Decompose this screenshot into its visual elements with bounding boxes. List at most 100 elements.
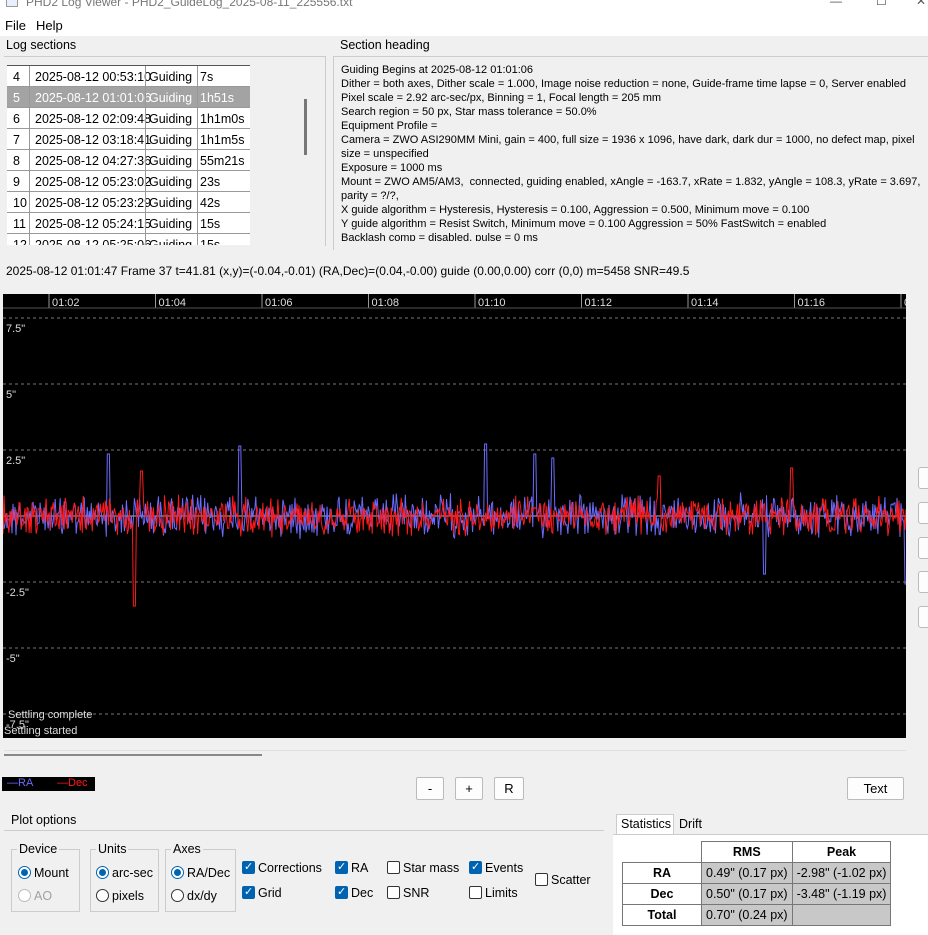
log-section-time: 2025-08-12 04:27:36 (35, 154, 152, 168)
limits-label: Limits (485, 886, 518, 900)
column-divider (145, 66, 146, 245)
log-section-dur: 1h1m5s (200, 133, 245, 147)
log-section-row[interactable]: 9 2025-08-12 05:23:02 Guiding 23s (7, 171, 250, 192)
graph-scrollbar[interactable] (4, 754, 262, 756)
log-section-row[interactable]: 7 2025-08-12 03:18:41 Guiding 1h1m5s (7, 129, 250, 150)
plot-options-label: Plot options (11, 813, 77, 827)
log-section-row[interactable]: 6 2025-08-12 02:09:48 Guiding 1h1m0s (7, 108, 250, 129)
menu-bar: File Help (0, 14, 928, 36)
units-pixels-radio[interactable] (96, 889, 109, 902)
stats-cell-peak: -3.48" (-1.19 px) (791, 883, 892, 905)
axes-radec-radio[interactable] (171, 866, 184, 879)
zoom-in-button[interactable]: + (455, 777, 483, 800)
log-section-type: Guiding (149, 70, 193, 84)
stats-header-peak: Peak (791, 841, 892, 863)
maximize-button[interactable]: ☐ (876, 0, 887, 8)
log-section-time: 2025-08-12 05:23:02 (35, 175, 152, 189)
time-tick-label: 01:04 (159, 297, 187, 309)
ra-checkbox[interactable] (335, 860, 348, 874)
column-divider (29, 66, 30, 245)
stats-cell-rms: 0.50" (0.17 px) (701, 883, 793, 905)
log-section-type: Guiding (149, 217, 193, 231)
log-section-n: 9 (13, 175, 20, 189)
log-section-row[interactable]: 5 2025-08-12 01:01:06 Guiding 1h51s (7, 87, 250, 108)
graph-grid (3, 294, 906, 715)
corrections-label: Corrections (258, 861, 322, 875)
side-button-5[interactable] (918, 606, 928, 628)
section-heading-label: Section heading (340, 38, 430, 52)
device-group-label: Device (17, 842, 60, 856)
legend-ra: —RA (7, 777, 34, 789)
stats-row-dec: Dec 0.50" (0.17 px) -3.48" (-1.19 px) (622, 883, 892, 905)
log-sections-table[interactable]: 4 2025-08-12 00:53:10 Guiding 7s 5 2025-08-12… (7, 65, 250, 245)
menu-file[interactable]: File (5, 18, 26, 33)
zoom-out-button[interactable]: - (416, 777, 444, 800)
ra-label: RA (351, 861, 369, 875)
side-button-2[interactable] (918, 502, 928, 524)
log-section-time: 2025-08-12 00:53:10 (35, 70, 152, 84)
stats-header-row: RMS Peak (623, 841, 892, 863)
snr-checkbox[interactable] (387, 886, 400, 899)
text-button[interactable]: Text (847, 777, 904, 800)
stats-row-label: Total (622, 904, 702, 926)
log-section-row[interactable]: 11 2025-08-12 05:24:15 Guiding 15s (7, 213, 250, 234)
limits-checkbox[interactable] (469, 886, 482, 899)
log-sections-scrollbar[interactable] (304, 99, 307, 155)
side-button-3[interactable] (918, 537, 928, 559)
grid-checkbox[interactable] (242, 885, 255, 899)
star-mass-checkbox[interactable] (387, 861, 400, 874)
log-section-row[interactable]: 8 2025-08-12 04:27:36 Guiding 55m21s (7, 150, 250, 171)
time-tick-label: 01:14 (691, 297, 719, 309)
stats-cell-rms: 0.49" (0.17 px) (701, 862, 793, 884)
side-button-4[interactable] (918, 571, 928, 593)
graph-legend: —RA —Dec (2, 777, 95, 791)
log-section-type: Guiding (149, 175, 193, 189)
graph-scroll-track (4, 750, 906, 751)
time-tick-label: 01:16 (798, 297, 826, 309)
log-section-n: 6 (13, 112, 20, 126)
dec-checkbox[interactable] (335, 885, 348, 899)
menu-help[interactable]: Help (36, 18, 63, 33)
section-heading-text[interactable]: Guiding Begins at 2025-08-12 01:01:06 Di… (341, 63, 926, 241)
log-section-row[interactable]: 12 2025-08-12 05:25:06 Guiding 15s (7, 234, 250, 245)
corrections-checkbox[interactable] (242, 860, 255, 874)
guide-graph[interactable]: 01:02 01:04 01:06 01:08 01:10 01:12 01:14 01:16… (3, 294, 906, 738)
axes-dxdy-radio[interactable] (171, 889, 184, 902)
scatter-checkbox[interactable] (535, 873, 548, 886)
events-checkbox[interactable] (469, 860, 482, 874)
log-section-type: Guiding (149, 133, 193, 147)
log-section-type: Guiding (149, 112, 193, 126)
reset-zoom-button[interactable]: R (494, 777, 524, 800)
time-tick-label: 01:06 (265, 297, 293, 309)
units-arcsec-radio[interactable] (96, 866, 109, 879)
device-ao-label: AO (34, 889, 53, 903)
log-section-row[interactable]: 10 2025-08-12 05:23:29 Guiding 42s (7, 192, 250, 213)
log-section-n: 12 (13, 238, 27, 245)
guide-graph-svg[interactable]: 01:02 01:04 01:06 01:08 01:10 01:12 01:14 01:16… (3, 294, 906, 738)
stats-row-total: Total 0.70" (0.24 px) (622, 904, 892, 926)
grid-label: Grid (258, 886, 282, 900)
log-section-time: 2025-08-12 01:01:06 (35, 91, 152, 105)
log-section-row[interactable]: 4 2025-08-12 00:53:10 Guiding 7s (7, 66, 250, 87)
log-section-dur: 1h51s (200, 91, 235, 105)
time-tick-label: 01:10 (478, 297, 506, 309)
side-button-1[interactable] (918, 467, 928, 489)
close-button[interactable]: ✕ (916, 0, 926, 8)
log-section-n: 7 (13, 133, 20, 147)
stats-row-ra: RA 0.49" (0.17 px) -2.98" (-1.02 px) (622, 862, 892, 884)
log-section-dur: 1h1m0s (200, 112, 245, 126)
tab-statistics[interactable]: Statistics (616, 814, 674, 834)
log-section-n: 10 (13, 196, 27, 210)
log-section-type: Guiding (149, 238, 193, 245)
statistics-table: RMS Peak RA 0.49" (0.17 px) -2.98" (-1.0… (622, 841, 892, 926)
legend-dec: —Dec (57, 777, 88, 789)
log-section-type: Guiding (149, 91, 193, 105)
star-mass-label: Star mass (403, 861, 460, 875)
tab-drift[interactable]: Drift (676, 816, 726, 834)
y-tick-label: -2.5" (6, 587, 29, 599)
minimize-button[interactable]: — (830, 0, 842, 8)
log-section-time: 2025-08-12 05:24:15 (35, 217, 152, 231)
device-mount-radio[interactable] (18, 866, 31, 879)
y-tick-label: 2.5" (6, 455, 25, 467)
log-sections-panel: 4 2025-08-12 00:53:10 Guiding 7s 5 2025-08-12… (4, 56, 326, 246)
